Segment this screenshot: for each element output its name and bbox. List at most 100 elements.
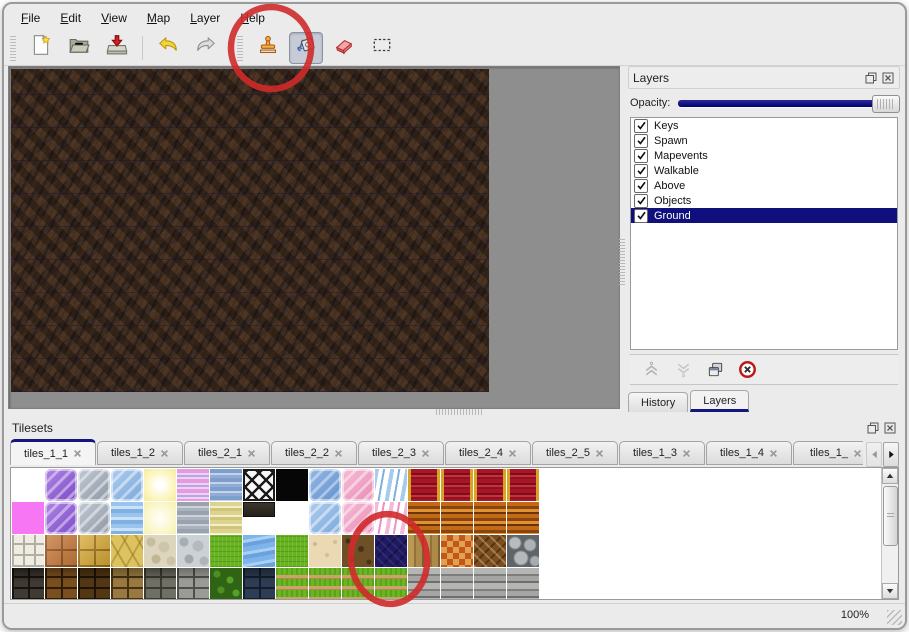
scrollbar-thumb[interactable]: [883, 486, 898, 546]
move-layer-down-button[interactable]: [672, 359, 694, 381]
tile-brick-tan[interactable]: [111, 568, 143, 600]
tile-curtain-red[interactable]: [408, 469, 440, 501]
open-file-button[interactable]: [62, 32, 96, 64]
close-panel-icon[interactable]: [881, 71, 895, 84]
tile-glass-blue[interactable]: [309, 502, 341, 534]
layer-row-objects[interactable]: Objects: [631, 193, 897, 208]
tile-stripes-yellow[interactable]: [210, 502, 242, 534]
menu-item-layer[interactable]: Layer: [181, 8, 229, 28]
close-tab-icon[interactable]: [682, 449, 691, 458]
close-panel-icon[interactable]: [883, 421, 897, 434]
tile-herringbone[interactable]: [474, 535, 506, 567]
tile-planks-gray[interactable]: [474, 568, 506, 600]
tile-planks-gray[interactable]: [408, 568, 440, 600]
tile-black[interactable]: [276, 469, 308, 501]
layer-row-above[interactable]: Above: [631, 178, 897, 193]
close-tab-icon[interactable]: [769, 449, 778, 458]
tile-grass-path[interactable]: [276, 568, 308, 600]
tile-planks-gray[interactable]: [441, 568, 473, 600]
layer-visibility-checkbox[interactable]: [634, 209, 648, 223]
eraser-tool-button[interactable]: [327, 32, 361, 64]
tile-dirt[interactable]: [342, 535, 374, 567]
tile-stripes-blue[interactable]: [210, 469, 242, 501]
tile-glass-blue[interactable]: [111, 469, 143, 501]
tile-terracotta[interactable]: [45, 535, 77, 567]
tile-stone-path[interactable]: [12, 535, 44, 567]
scroll-tabs-right-button[interactable]: [883, 442, 899, 467]
menu-item-map[interactable]: Map: [138, 8, 179, 28]
tileset-tab-tiles_2_3[interactable]: tiles_2_3: [358, 441, 444, 465]
save-file-button[interactable]: [100, 32, 134, 64]
map-canvas[interactable]: [8, 66, 620, 409]
tile-grass[interactable]: [276, 535, 308, 567]
tile-curtain-red[interactable]: [474, 469, 506, 501]
float-panel-icon[interactable]: [866, 421, 880, 434]
tile-brick-darkbrown[interactable]: [78, 568, 110, 600]
delete-layer-button[interactable]: [736, 359, 758, 381]
tile-curtain-red[interactable]: [507, 469, 539, 501]
tile-wall-gray[interactable]: [144, 568, 176, 600]
layer-visibility-checkbox[interactable]: [634, 194, 648, 208]
tile-brick-brown[interactable]: [45, 568, 77, 600]
tile-glass-purple[interactable]: [45, 502, 77, 534]
toolbar-drag-handle[interactable]: [237, 35, 243, 61]
tile-planks-gray[interactable]: [507, 568, 539, 600]
tile-beige-pebbles[interactable]: [144, 535, 176, 567]
close-tab-icon[interactable]: [334, 449, 343, 458]
close-tab-icon[interactable]: [421, 449, 430, 458]
tile-water[interactable]: [111, 502, 143, 534]
tile-grass[interactable]: [210, 535, 242, 567]
tileset-tab-tiles_1_[interactable]: tiles_1_: [793, 441, 863, 465]
horizontal-splitter-handle[interactable]: [436, 409, 482, 415]
tile-magenta[interactable]: [12, 502, 44, 534]
tile-sign[interactable]: [243, 502, 275, 517]
layer-visibility-checkbox[interactable]: [634, 179, 648, 193]
tile-wall-blue[interactable]: [243, 568, 275, 600]
tile-water2[interactable]: [243, 535, 275, 567]
tile-grass-path[interactable]: [342, 568, 374, 600]
tile-glow-yellow[interactable]: [144, 469, 176, 501]
layer-visibility-checkbox[interactable]: [634, 134, 648, 148]
tileset-tab-tiles_1_3[interactable]: tiles_1_3: [619, 441, 705, 465]
tile-stripes-orange[interactable]: [408, 502, 440, 534]
tile-stripes-pink[interactable]: [177, 469, 209, 501]
redo-button[interactable]: [189, 32, 223, 64]
close-tab-icon[interactable]: [853, 449, 862, 458]
tile-wall-dark[interactable]: [12, 568, 44, 600]
rect-select-tool-button[interactable]: [365, 32, 399, 64]
tile-hedge[interactable]: [210, 568, 242, 600]
tile-sand[interactable]: [309, 535, 341, 567]
layer-visibility-checkbox[interactable]: [634, 164, 648, 178]
tile-navy[interactable]: [375, 535, 407, 567]
tileset-tab-tiles_2_5[interactable]: tiles_2_5: [532, 441, 618, 465]
vertical-splitter-handle[interactable]: [619, 237, 625, 285]
toolbar-drag-handle[interactable]: [10, 35, 16, 61]
tile-glass-blue2[interactable]: [309, 469, 341, 501]
layer-row-keys[interactable]: Keys: [631, 118, 897, 133]
tile-boulders[interactable]: [507, 535, 539, 567]
duplicate-layer-button[interactable]: [704, 359, 726, 381]
opacity-slider-handle[interactable]: [872, 95, 900, 113]
tileset-tab-tiles_1_2[interactable]: tiles_1_2: [97, 441, 183, 465]
tile-ribbon-blue[interactable]: [375, 469, 407, 501]
menu-item-file[interactable]: File: [12, 8, 49, 28]
dock-tab-layers[interactable]: Layers: [690, 390, 749, 412]
close-tab-icon[interactable]: [595, 449, 604, 458]
scroll-tabs-left-button[interactable]: [866, 442, 882, 467]
undo-button[interactable]: [151, 32, 185, 64]
new-file-button[interactable]: [24, 32, 58, 64]
tile-stripes-gray[interactable]: [177, 502, 209, 534]
tile-pale-yellow[interactable]: [144, 502, 176, 534]
layer-row-ground[interactable]: Ground: [631, 208, 897, 223]
menu-item-edit[interactable]: Edit: [51, 8, 90, 28]
map-tile-pattern[interactable]: [11, 69, 489, 392]
close-tab-icon[interactable]: [73, 449, 82, 458]
layer-row-spawn[interactable]: Spawn: [631, 133, 897, 148]
tile-ribbon-pink[interactable]: [375, 502, 407, 534]
tile-brick-gray[interactable]: [177, 568, 209, 600]
layer-visibility-checkbox[interactable]: [634, 149, 648, 163]
tileset-tab-tiles_2_1[interactable]: tiles_2_1: [184, 441, 270, 465]
bucket-fill-tool-button[interactable]: [289, 32, 323, 64]
move-layer-up-button[interactable]: [640, 359, 662, 381]
tile-white[interactable]: [12, 469, 44, 501]
